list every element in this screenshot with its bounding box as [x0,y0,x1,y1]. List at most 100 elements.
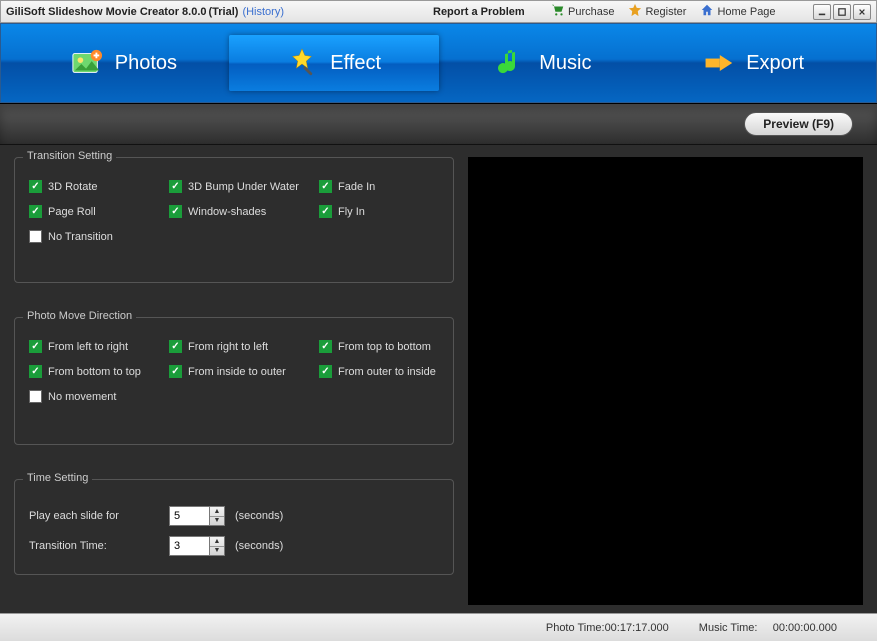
tab-export[interactable]: Export [648,35,858,91]
spinner-up[interactable]: ▲ [210,537,224,547]
checkbox-icon[interactable] [29,205,42,218]
chk-label: From inside to outer [188,366,286,378]
checkbox-icon[interactable] [29,180,42,193]
transition-time-unit: (seconds) [235,540,283,552]
music-icon [495,47,527,79]
chk-label: From left to right [48,341,128,353]
register-link[interactable]: Register [628,3,686,20]
chk-left-right[interactable]: From left to right [29,340,169,353]
tab-effect-label: Effect [330,52,381,75]
chk-label: From outer to inside [338,366,436,378]
chk-label: Fade In [338,181,375,193]
chk-label: Window-shades [188,206,266,218]
effect-icon [286,47,318,79]
transition-title: Transition Setting [23,150,116,162]
checkbox-icon[interactable] [29,390,42,403]
tab-effect[interactable]: Effect [229,35,439,91]
slide-time-row: Play each slide for ▲▼ (seconds) [29,506,439,526]
chk-no-movement[interactable]: No movement [29,390,169,403]
purchase-label: Purchase [568,6,614,18]
chk-3d-bump[interactable]: 3D Bump Under Water [169,180,319,193]
music-time: Music Time: 00:00:00.000 [699,622,837,634]
home-icon [700,3,714,20]
chk-3d-rotate[interactable]: 3D Rotate [29,180,169,193]
transition-time-input[interactable] [169,536,209,556]
chk-label: From right to left [188,341,268,353]
purchase-link[interactable]: Purchase [551,3,614,20]
tab-music[interactable]: Music [439,35,649,91]
slide-time-spinner[interactable]: ▲▼ [169,506,225,526]
status-bar: Photo Time:00:17:17.000 Music Time: 00:0… [0,613,877,641]
spinner-arrows: ▲▼ [209,506,225,526]
chk-bottom-top[interactable]: From bottom to top [29,365,169,378]
checkbox-icon[interactable] [29,365,42,378]
preview-pane [468,157,863,605]
chk-window-shades[interactable]: Window-shades [169,205,319,218]
register-label: Register [645,6,686,18]
chk-label: Fly In [338,206,365,218]
checkbox-icon[interactable] [29,230,42,243]
left-panel: Transition Setting 3D Rotate 3D Bump Und… [14,157,454,605]
spinner-down[interactable]: ▼ [210,517,224,526]
spinner-down[interactable]: ▼ [210,547,224,556]
chk-outer-inside[interactable]: From outer to inside [319,365,449,378]
chk-label: 3D Bump Under Water [188,181,299,193]
preview-strip: Preview (F9) [0,103,877,145]
chk-label: Page Roll [48,206,96,218]
chk-fly-in[interactable]: Fly In [319,205,449,218]
checkbox-icon[interactable] [169,365,182,378]
time-setting-group: Time Setting Play each slide for ▲▼ (sec… [14,479,454,575]
transition-time-spinner[interactable]: ▲▼ [169,536,225,556]
chk-inside-outer[interactable]: From inside to outer [169,365,319,378]
transition-time-row: Transition Time: ▲▼ (seconds) [29,536,439,556]
movedir-grid: From left to right From right to left Fr… [29,340,439,403]
export-icon [702,47,734,79]
slide-time-label: Play each slide for [29,510,159,522]
chk-top-bottom[interactable]: From top to bottom [319,340,449,353]
chk-label: No Transition [48,231,113,243]
window-buttons [813,4,871,20]
chk-label: From bottom to top [48,366,141,378]
main-area: Transition Setting 3D Rotate 3D Bump Und… [0,145,877,613]
transition-setting-group: Transition Setting 3D Rotate 3D Bump Und… [14,157,454,283]
checkbox-icon[interactable] [319,180,332,193]
tab-music-label: Music [539,52,591,75]
star-icon [628,3,642,20]
title-links: Purchase Register Home Page [551,3,776,20]
main-tabs: Photos Effect Music Export [0,23,877,103]
title-bar: GiliSoft Slideshow Movie Creator 8.0.0 (… [0,0,877,23]
home-link[interactable]: Home Page [700,3,775,20]
chk-page-roll[interactable]: Page Roll [29,205,169,218]
checkbox-icon[interactable] [319,340,332,353]
slide-time-input[interactable] [169,506,209,526]
chk-fade-in[interactable]: Fade In [319,180,449,193]
chk-label: 3D Rotate [48,181,98,193]
chk-right-left[interactable]: From right to left [169,340,319,353]
spinner-arrows: ▲▼ [209,536,225,556]
checkbox-icon[interactable] [169,180,182,193]
transition-grid: 3D Rotate 3D Bump Under Water Fade In Pa… [29,180,439,243]
close-button[interactable] [853,4,871,20]
photo-move-group: Photo Move Direction From left to right … [14,317,454,445]
maximize-button[interactable] [833,4,851,20]
chk-no-transition[interactable]: No Transition [29,230,169,243]
history-link[interactable]: (History) [242,6,284,18]
checkbox-icon[interactable] [169,205,182,218]
preview-button[interactable]: Preview (F9) [744,112,853,136]
checkbox-icon[interactable] [319,365,332,378]
spinner-up[interactable]: ▲ [210,507,224,517]
tab-photos[interactable]: Photos [19,35,229,91]
timeset-title: Time Setting [23,472,92,484]
trial-label: (Trial) [209,6,239,18]
cart-icon [551,3,565,20]
tab-export-label: Export [746,52,804,75]
app-title: GiliSoft Slideshow Movie Creator 8.0.0 [6,6,207,18]
report-problem-link[interactable]: Report a Problem [433,6,525,18]
checkbox-icon[interactable] [29,340,42,353]
slide-time-unit: (seconds) [235,510,283,522]
minimize-button[interactable] [813,4,831,20]
tab-photos-label: Photos [115,52,177,75]
home-label: Home Page [717,6,775,18]
checkbox-icon[interactable] [169,340,182,353]
checkbox-icon[interactable] [319,205,332,218]
